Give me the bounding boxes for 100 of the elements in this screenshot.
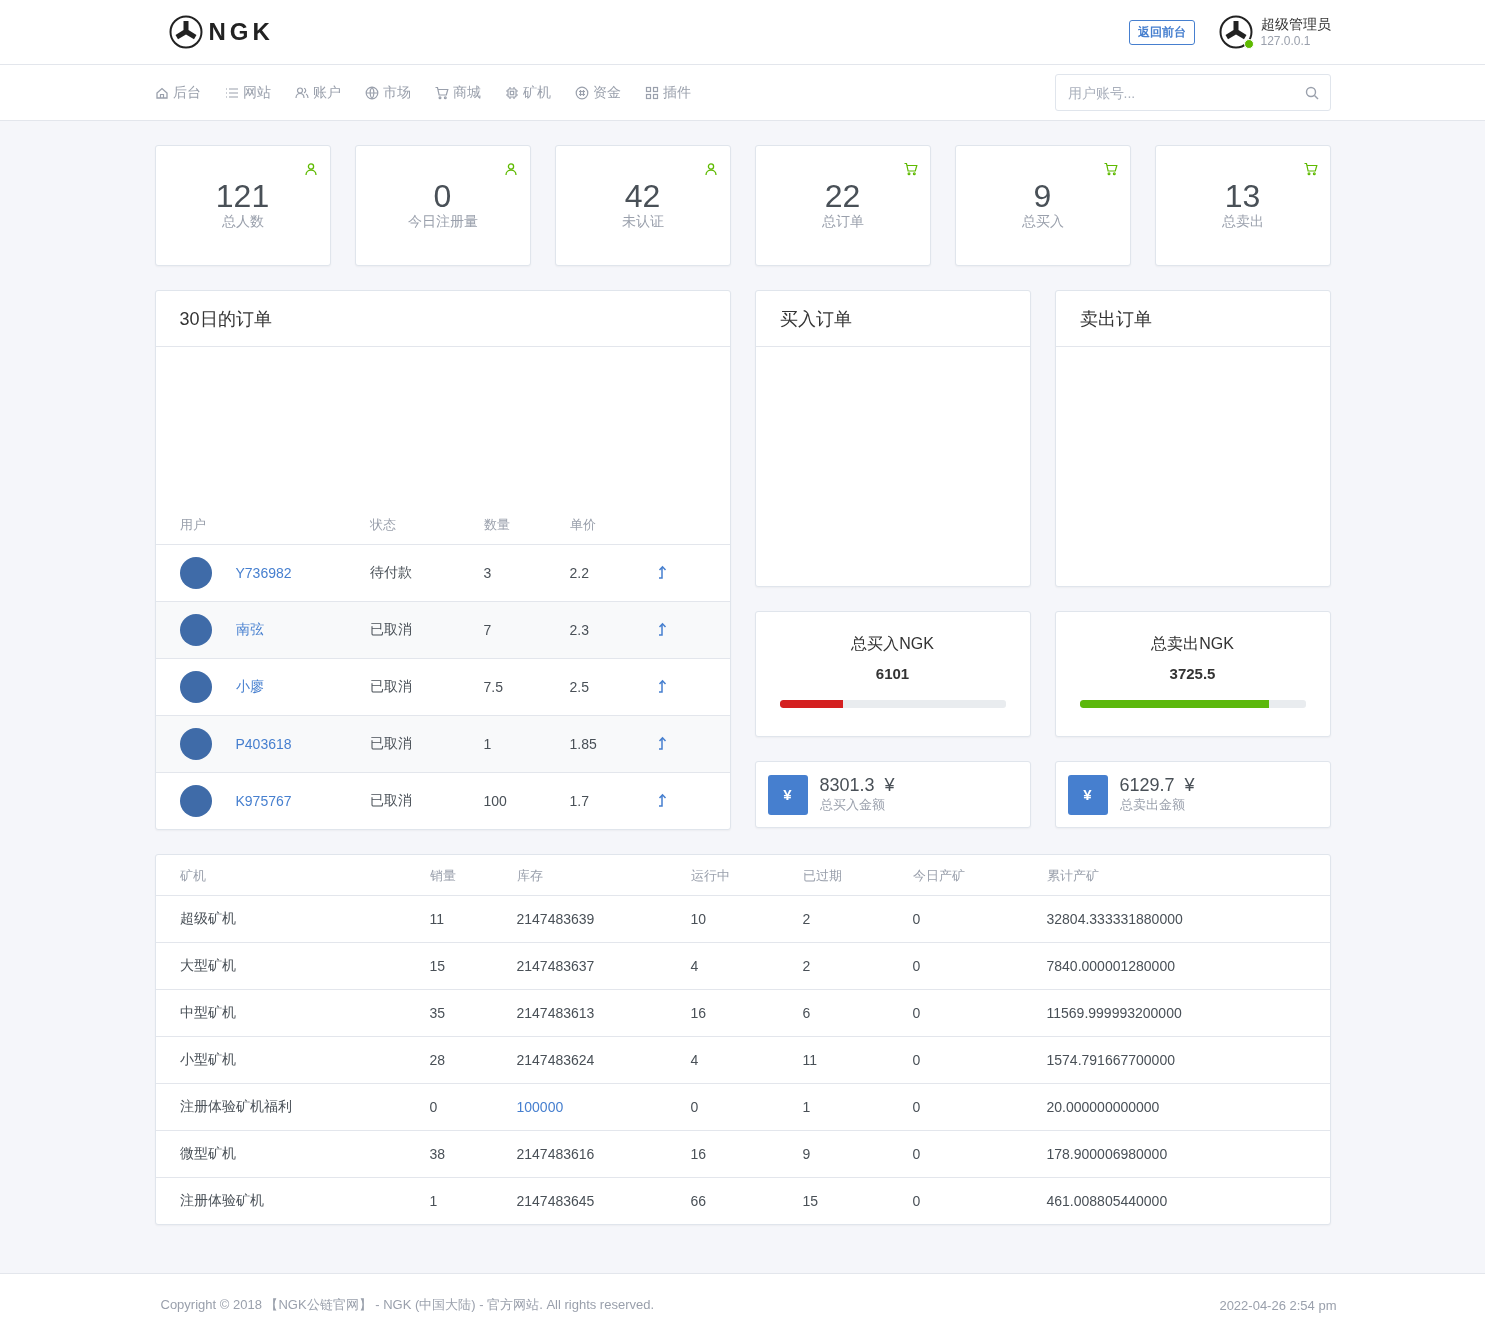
table-cell: 16	[690, 1005, 707, 1021]
table-cell: 11569.999993200000	[1046, 1005, 1182, 1021]
globe-icon	[364, 85, 379, 100]
arrow-up-icon[interactable]	[657, 621, 668, 636]
user-link[interactable]: 小廖	[235, 678, 264, 694]
table-cell: 0	[912, 1005, 921, 1021]
table-cell: 2147483637	[516, 958, 595, 974]
arrow-up-icon[interactable]	[657, 792, 668, 807]
column-header: 用户	[179, 517, 206, 532]
column-header: 数量	[483, 517, 510, 532]
amount-value: 8301.3	[819, 775, 875, 795]
table-cell: 178.900006980000	[1046, 1146, 1168, 1162]
nav-link[interactable]: 插件	[644, 83, 691, 102]
table-cell: 待付款	[369, 564, 412, 580]
logo-icon	[168, 15, 203, 49]
table-cell: 6	[802, 1005, 811, 1021]
table-cell: 0	[690, 1099, 699, 1115]
table-cell: 7.5	[483, 679, 503, 695]
footer-date: 2022-04-26 2:54 pm	[1219, 1297, 1337, 1313]
table-cell: 4	[690, 958, 699, 974]
avatar	[179, 614, 212, 646]
table-cell: 2.2	[569, 565, 589, 581]
avatar	[179, 671, 212, 703]
user-link[interactable]: Y736982	[235, 565, 292, 581]
total-value: 6101	[874, 665, 911, 682]
table-cell: 11	[802, 1052, 818, 1068]
user-icon	[303, 162, 318, 176]
nav-link[interactable]: 网站	[224, 83, 271, 102]
user-icon	[503, 162, 518, 176]
cart-icon	[1103, 162, 1118, 176]
table-cell: 2147483639	[516, 911, 595, 927]
table-cell: 461.008805440000	[1046, 1193, 1168, 1209]
panel-title: 买入订单	[779, 307, 852, 331]
table-cell: 1574.791667700000	[1046, 1052, 1175, 1068]
table-cell: 4	[690, 1052, 699, 1068]
table-cell: 超级矿机	[179, 910, 236, 926]
table-cell: 2	[802, 958, 811, 974]
user-name[interactable]: 超级管理员	[1260, 16, 1331, 34]
table-cell: 大型矿机	[179, 957, 236, 973]
table-cell: 7840.000001280000	[1046, 958, 1175, 974]
table-cell: 中型矿机	[179, 1004, 236, 1020]
table-cell: 已取消	[369, 792, 412, 808]
avatar	[179, 785, 212, 817]
table-cell: 2.3	[569, 622, 589, 638]
nav-link[interactable]: 后台	[154, 83, 201, 102]
arrow-up-icon[interactable]	[657, 564, 668, 579]
nav-link[interactable]: 市场	[364, 83, 411, 102]
table-cell: 9	[802, 1146, 811, 1162]
table-cell: 0	[912, 958, 921, 974]
table-cell: 15	[802, 1193, 819, 1209]
table-cell: 0	[912, 1099, 921, 1115]
table-cell: 35	[429, 1005, 446, 1021]
table-cell: 0	[912, 911, 921, 927]
table-cell: 0	[912, 1146, 921, 1162]
nav-link[interactable]: 商城	[434, 83, 481, 102]
nav-link[interactable]: 资金	[574, 83, 621, 102]
table-cell: 38	[429, 1146, 446, 1162]
table-cell: 32804.333331880000	[1046, 911, 1183, 927]
nav-link[interactable]: 账户	[294, 83, 341, 102]
user-link[interactable]: 南弦	[235, 621, 264, 637]
stat-label: 未认证	[621, 213, 664, 232]
search-icon[interactable]	[1304, 86, 1319, 100]
column-header: 销量	[429, 868, 456, 883]
table-cell: 0	[429, 1099, 438, 1115]
user-link[interactable]: P403618	[235, 736, 292, 752]
stat-label: 今日注册量	[407, 213, 478, 232]
stat-label: 总人数	[221, 213, 264, 232]
stat-label: 总卖出	[1221, 213, 1264, 232]
stat-value: 13	[1224, 179, 1261, 214]
table-cell: 微型矿机	[179, 1145, 236, 1161]
user-link[interactable]: K975767	[235, 793, 292, 809]
search-field[interactable]: 用户账号...	[1054, 74, 1331, 111]
table-cell: 1.85	[569, 736, 597, 752]
arrow-up-icon[interactable]	[657, 735, 668, 750]
arrow-up-icon[interactable]	[657, 678, 668, 693]
stat-value: 121	[215, 179, 270, 214]
table-cell: 10	[690, 911, 707, 927]
users-icon	[294, 85, 309, 100]
user-icon	[703, 162, 718, 176]
stat-label: 总买入	[1021, 213, 1064, 232]
column-header: 状态	[369, 517, 396, 532]
nav-link[interactable]: 矿机	[504, 83, 551, 102]
cart-icon	[903, 162, 918, 176]
table-cell: 1	[483, 736, 492, 752]
column-header: 矿机	[179, 868, 206, 883]
table-cell: 100	[483, 793, 507, 809]
table-cell: 3	[483, 565, 492, 581]
table-cell: 2147483616	[516, 1146, 595, 1162]
stat-value: 0	[433, 179, 452, 214]
currency-unit: ¥	[884, 775, 895, 795]
total-value: 3725.5	[1168, 665, 1217, 682]
panel-title: 30日的订单	[179, 307, 272, 331]
currency-badge: ¥	[1067, 774, 1108, 815]
table-cell: 0	[912, 1193, 921, 1209]
back-to-frontend-button[interactable]: 返回前台	[1128, 19, 1195, 45]
table-cell: 1.7	[569, 793, 589, 809]
avatar	[179, 557, 212, 589]
coin-icon	[574, 85, 589, 100]
table-cell: 2.5	[569, 679, 589, 695]
table-cell: 已取消	[369, 621, 412, 637]
